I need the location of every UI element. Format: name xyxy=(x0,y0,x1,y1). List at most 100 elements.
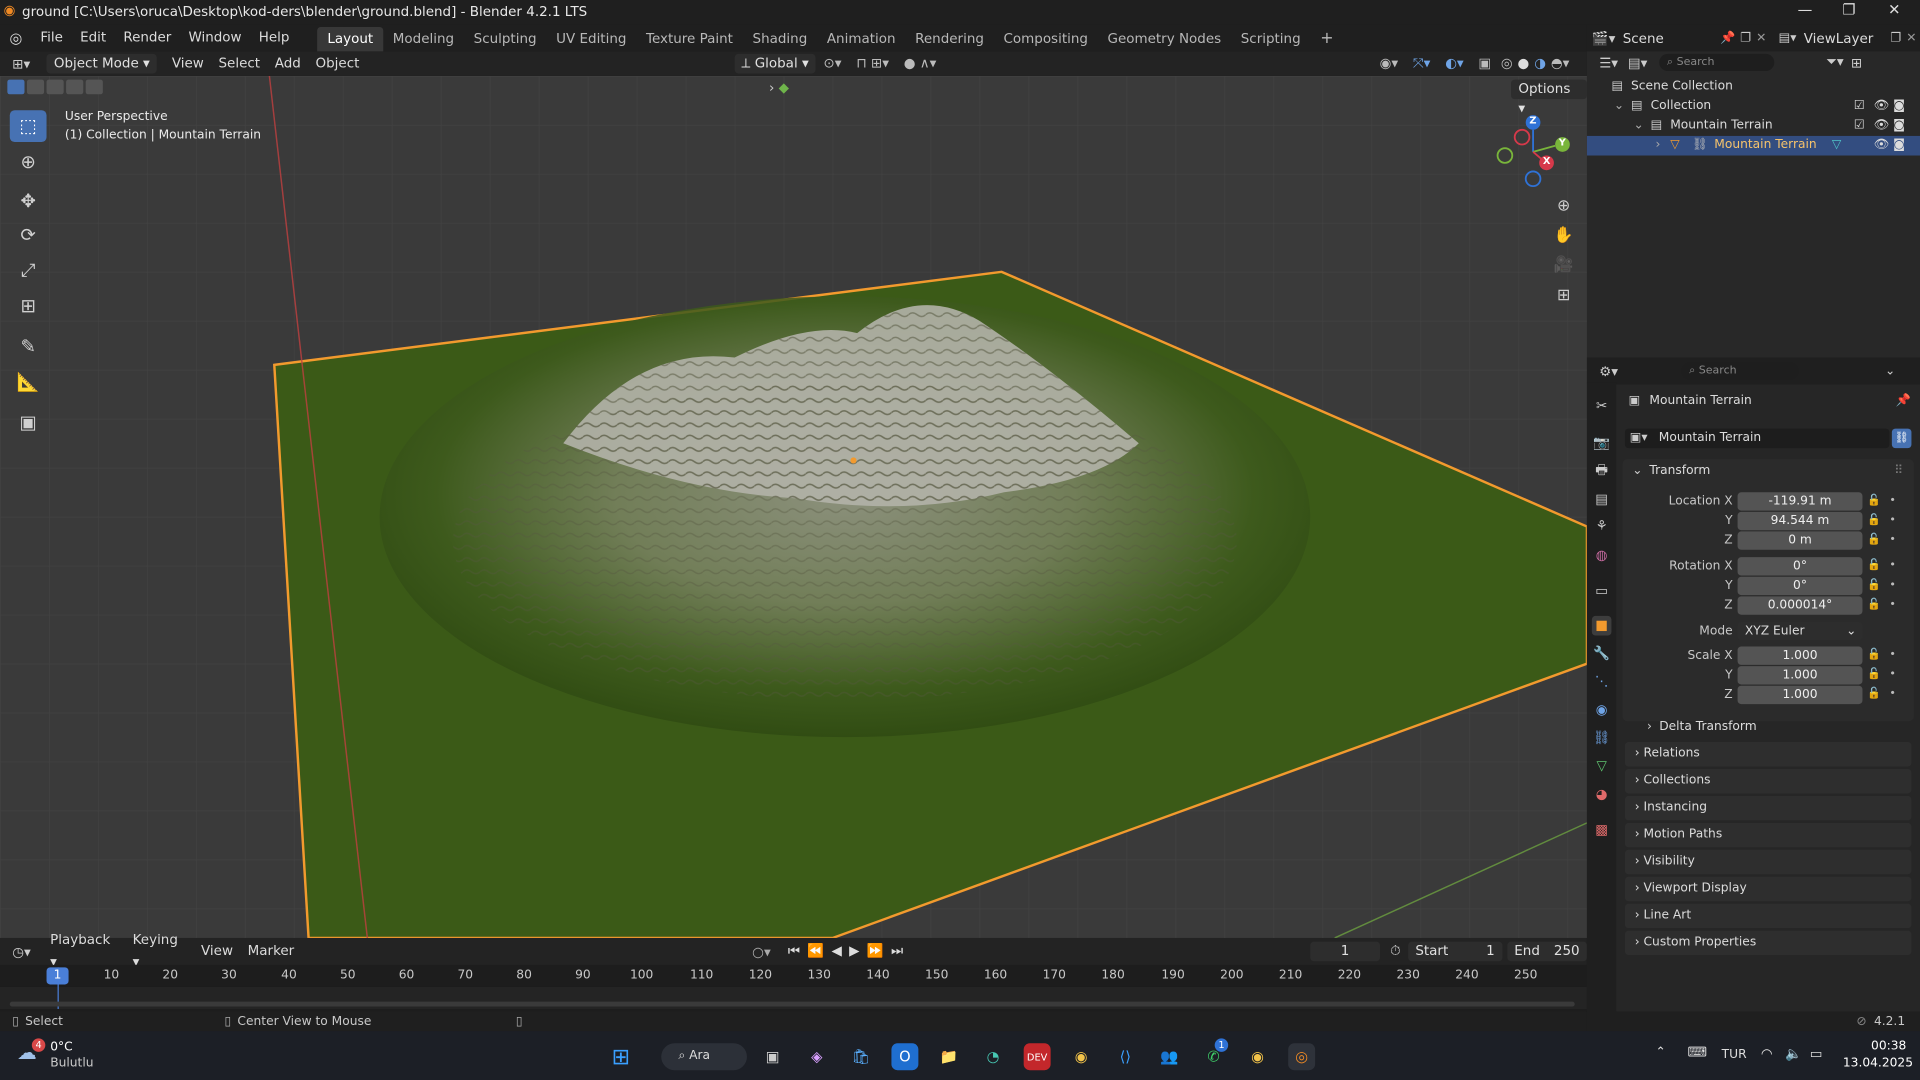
menu-render[interactable]: Render xyxy=(115,24,180,51)
editor-type-icon[interactable]: ⊞▾ xyxy=(12,56,39,72)
remove-layer-icon[interactable]: ✕ xyxy=(1906,31,1916,44)
chevron-right-icon[interactable]: › xyxy=(1656,136,1661,156)
pan-hand-icon[interactable]: ✋ xyxy=(1550,222,1577,249)
modifier-tab-icon[interactable]: 🔧 xyxy=(1592,644,1612,664)
camera-icon[interactable]: ◙ xyxy=(1893,136,1905,156)
constraints-tab-icon[interactable]: ⛓ xyxy=(1592,729,1612,749)
keyframe-dot-icon[interactable]: • xyxy=(1889,688,1896,700)
particles-tab-icon[interactable]: ⋱ xyxy=(1592,672,1612,692)
clock-editor-icon[interactable]: ◷▾ xyxy=(12,943,38,959)
volume-icon[interactable]: 🔈 xyxy=(1785,1046,1802,1062)
physics-tab-icon[interactable]: ◉ xyxy=(1592,700,1612,720)
menu-object[interactable]: Object xyxy=(308,53,367,75)
world-tab-icon[interactable]: ◍ xyxy=(1592,546,1612,566)
select-subtract-icon[interactable] xyxy=(46,79,64,95)
lock-icon[interactable]: 🔓 xyxy=(1867,560,1881,572)
delta-transform-subpanel[interactable]: Delta Transform xyxy=(1659,720,1756,733)
keyframe-dot-icon[interactable]: • xyxy=(1889,560,1896,572)
devtools-icon[interactable]: DEV xyxy=(1023,1043,1051,1071)
timeline-scrollbar[interactable] xyxy=(9,1001,1575,1007)
select-invert-icon[interactable] xyxy=(66,79,84,95)
rotation-y-field[interactable]: 0° xyxy=(1737,576,1863,596)
scene-tab-icon[interactable]: ⚘ xyxy=(1592,517,1612,537)
menu-select[interactable]: Select xyxy=(211,53,267,75)
tool-tab-icon[interactable]: ✂ xyxy=(1592,397,1612,417)
keyframe-dot-icon[interactable]: • xyxy=(1889,514,1896,526)
menu-add[interactable]: Add xyxy=(267,53,308,75)
section-line-art[interactable]: › Line Art xyxy=(1624,903,1912,929)
zoom-icon[interactable]: ⊕ xyxy=(1550,192,1577,219)
properties-options-icon[interactable]: ⌄ xyxy=(1885,364,1895,377)
section-motion-paths[interactable]: › Motion Paths xyxy=(1624,822,1912,848)
scene-name[interactable]: Scene xyxy=(1623,30,1664,46)
lock-icon[interactable]: 🔓 xyxy=(1867,669,1881,681)
playhead[interactable]: 1 xyxy=(46,967,69,985)
pivot-icon[interactable]: ⊙▾ xyxy=(816,53,849,75)
keyframe-dot-icon[interactable]: • xyxy=(1889,669,1896,681)
camera-icon[interactable]: ◙ xyxy=(1893,97,1905,117)
options-dropdown[interactable]: Options ▾ xyxy=(1511,79,1587,116)
menu-help[interactable]: Help xyxy=(250,24,298,51)
tab-rendering[interactable]: Rendering xyxy=(905,26,993,50)
outliner-row-mountain-object[interactable]: › ▽ ⛓ Mountain Terrain ▽ 👁 ◙ xyxy=(1586,135,1920,156)
scale-tool[interactable]: ⤢ xyxy=(10,255,47,287)
blender-taskbar-icon[interactable]: ◎ xyxy=(1288,1043,1316,1071)
rotation-x-field[interactable]: 0° xyxy=(1737,557,1863,576)
select-intersect-icon[interactable] xyxy=(85,79,103,95)
keyframe-dot-icon[interactable]: • xyxy=(1889,599,1896,611)
section-instancing[interactable]: › Instancing xyxy=(1624,795,1912,821)
section-collections[interactable]: › Collections xyxy=(1624,768,1912,794)
task-view-icon[interactable]: ▣ xyxy=(759,1043,786,1070)
tab-geometry-nodes[interactable]: Geometry Nodes xyxy=(1098,26,1231,50)
ortho-grid-icon[interactable]: ⊞ xyxy=(1550,282,1577,309)
eye-icon[interactable]: 👁 xyxy=(1873,97,1889,117)
keyframe-dot-icon[interactable]: • xyxy=(1889,579,1896,591)
location-x-field[interactable]: -119.91 m xyxy=(1737,492,1863,511)
outliner-search[interactable]: ⌕ Search xyxy=(1659,53,1775,72)
add-workspace-icon[interactable]: + xyxy=(1310,26,1343,50)
visibility-icon[interactable]: ◉▾ xyxy=(1372,53,1405,75)
location-z-field[interactable]: 0 m xyxy=(1737,531,1863,550)
collection-tab-icon[interactable]: ▭ xyxy=(1592,582,1612,602)
remove-scene-icon[interactable]: ✕ xyxy=(1756,31,1766,44)
tab-sculpting[interactable]: Sculpting xyxy=(464,26,547,50)
filter-icon[interactable]: ⏷▾ xyxy=(1826,54,1844,71)
properties-search[interactable]: ⌕ Search xyxy=(1681,362,1800,380)
scale-x-field[interactable]: 1.000 xyxy=(1737,646,1863,665)
menu-edit[interactable]: Edit xyxy=(72,24,115,51)
orientation-dropdown[interactable]: ⟂ Global ▾ xyxy=(734,53,817,74)
windows-start-icon[interactable]: ⊞ xyxy=(607,1043,634,1070)
scene-icon[interactable]: 🎬▾ xyxy=(1592,30,1616,46)
tab-scripting[interactable]: Scripting xyxy=(1231,26,1310,50)
transform-tool[interactable]: ⊞ xyxy=(10,290,47,322)
gizmo-y-label[interactable]: Y xyxy=(1559,137,1566,148)
menu-timeline-view[interactable]: View xyxy=(194,940,241,962)
tab-shading[interactable]: Shading xyxy=(743,26,817,50)
chrome-icon-2[interactable]: ◉ xyxy=(1244,1043,1271,1070)
keyframe-dot-icon[interactable]: • xyxy=(1889,495,1896,507)
outliner-row-collection[interactable]: ⌄ ▤ Collection ☑ 👁 ◙ xyxy=(1587,97,1920,117)
rotation-z-field[interactable]: 0.000014° xyxy=(1737,596,1863,615)
menu-marker[interactable]: Marker xyxy=(240,940,301,962)
chevron-down-icon[interactable]: ⌄ xyxy=(1632,464,1642,477)
keyboard-icon[interactable]: ⌨ xyxy=(1687,1044,1706,1060)
view-layer-tab-icon[interactable]: ▤ xyxy=(1592,490,1612,510)
end-frame-field[interactable]: End 250 xyxy=(1506,941,1587,962)
scale-y-field[interactable]: 1.000 xyxy=(1737,666,1863,685)
pin-icon[interactable]: 📌 xyxy=(1896,394,1911,407)
add-cube-tool[interactable]: ▣ xyxy=(10,407,47,439)
keyframe-record-icon[interactable]: ○▾ xyxy=(752,943,771,959)
select-new-icon[interactable] xyxy=(7,79,25,95)
object-tab-icon[interactable]: ■ xyxy=(1591,615,1612,636)
gizmo-z-label[interactable]: Z xyxy=(1529,115,1536,126)
move-tool[interactable]: ✥ xyxy=(10,185,47,217)
lock-icon[interactable]: 🔓 xyxy=(1867,495,1881,507)
measure-tool[interactable]: 📐 xyxy=(10,366,47,398)
transform-title[interactable]: Transform xyxy=(1649,464,1710,477)
camera-view-icon[interactable]: 🎥 xyxy=(1550,251,1577,278)
tab-modeling[interactable]: Modeling xyxy=(383,26,464,50)
chrome-icon[interactable]: ◉ xyxy=(1068,1043,1095,1070)
overlay-icon[interactable]: ◐▾ xyxy=(1438,53,1471,75)
3d-viewport[interactable]: Z Y X › ◆ Options ▾ User Perspective (1)… xyxy=(0,75,1587,938)
wireframe-shading-icon[interactable]: ◎ xyxy=(1498,53,1515,75)
